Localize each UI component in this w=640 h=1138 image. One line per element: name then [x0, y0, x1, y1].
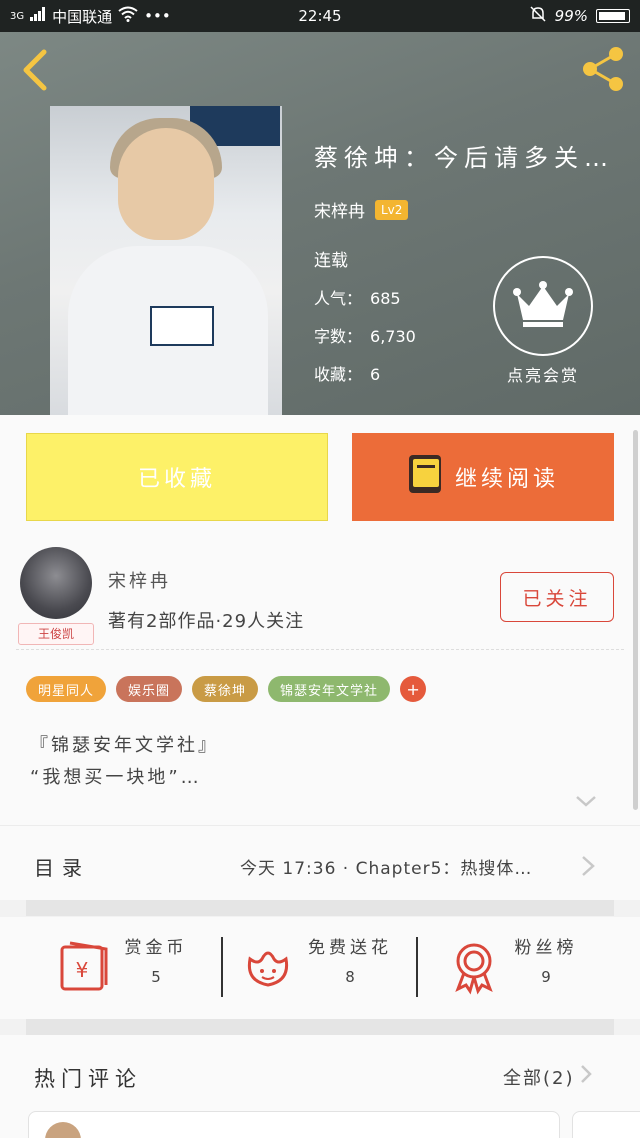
- book-cover[interactable]: [50, 106, 282, 416]
- reward-fan-ranking[interactable]: 粉丝榜 9: [446, 933, 586, 1003]
- add-tag-button[interactable]: +: [400, 676, 427, 702]
- author-panel: 王俊凯 宋梓冉 著有2部作品·29人关注 已关注 明星同人 娱乐圈 蔡徐坤 锦瑟…: [0, 535, 640, 825]
- network-type: 3G: [10, 10, 25, 22]
- reward-count: 5: [151, 968, 161, 986]
- follow-button[interactable]: 已关注: [500, 572, 614, 622]
- book-author[interactable]: 宋梓冉: [314, 197, 365, 222]
- svg-text:¥: ¥: [76, 958, 89, 982]
- mute-bell-icon: [529, 5, 547, 27]
- description-line-2: “我想买一块地”…: [30, 767, 202, 788]
- expand-chevron-icon[interactable]: [574, 791, 598, 811]
- flower-icon: [240, 939, 296, 995]
- book-title: 蔡徐坤：今后请多关…: [314, 144, 614, 172]
- all-comments-label: 全部(2): [503, 1067, 575, 1089]
- follow-label: 已关注: [522, 587, 592, 610]
- rewards-bar: ¥ 赏金币 5 免费送花 8 粉丝榜 9: [0, 917, 640, 1019]
- reward-count: 8: [345, 968, 355, 986]
- red-envelope-icon: ¥: [56, 939, 112, 995]
- section-gap: [26, 1019, 614, 1035]
- latest-chapter: 今天 17:36 · Chapter5：热搜体…: [240, 859, 533, 879]
- reward-label: 粉丝榜: [514, 938, 578, 958]
- reward-count: 9: [541, 968, 551, 986]
- collected-button[interactable]: 已收藏: [26, 433, 328, 521]
- continue-reading-button[interactable]: 继续阅读: [352, 433, 614, 521]
- author-meta: 著有2部作品·29人关注: [108, 611, 305, 632]
- all-comments-link[interactable]: 全部(2): [503, 1063, 593, 1090]
- description-line-1: 『锦瑟安年文学社』: [30, 735, 219, 756]
- divider: [221, 937, 223, 997]
- scrollbar[interactable]: [633, 430, 638, 810]
- divider: [416, 937, 418, 997]
- avatar-badge: 王俊凯: [18, 623, 94, 645]
- battery-percent: 99%: [554, 7, 588, 25]
- divider: [16, 649, 624, 650]
- battery-icon: [596, 9, 630, 23]
- more-dots-icon: •••: [144, 7, 171, 25]
- tag-item[interactable]: 锦瑟安年文学社: [268, 676, 391, 702]
- crown-icon: [513, 280, 573, 332]
- status-bar: 3G 中国联通 ••• 22:45 99%: [0, 0, 640, 32]
- hot-comments: 热门评论 全部(2): [0, 1035, 640, 1138]
- book-header: 3G 中国联通 ••• 22:45 99% 蔡徐坤：今后请多关… 宋梓冉 Lv2…: [0, 0, 640, 416]
- tip-label: 点亮会赏: [506, 366, 579, 385]
- reward-label: 免费送花: [308, 938, 392, 958]
- section-gap: [26, 900, 614, 916]
- chevron-right-icon: [580, 854, 596, 882]
- back-icon[interactable]: [16, 46, 56, 94]
- tag-list: 明星同人 娱乐圈 蔡徐坤 锦瑟安年文学社 +: [26, 676, 427, 702]
- share-icon[interactable]: [578, 44, 628, 94]
- tag-item[interactable]: 明星同人: [26, 676, 107, 702]
- reward-flowers[interactable]: 免费送花 8: [240, 933, 400, 1003]
- comment-card[interactable]: [28, 1111, 560, 1138]
- tag-item[interactable]: 蔡徐坤: [192, 676, 259, 702]
- comment-card[interactable]: [572, 1111, 640, 1138]
- collected-label: 已收藏: [137, 467, 216, 492]
- book-icon: [407, 453, 443, 501]
- wifi-icon: [118, 6, 138, 26]
- author-name[interactable]: 宋梓冉: [108, 567, 171, 593]
- level-badge: Lv2: [375, 199, 409, 220]
- medal-icon: [446, 939, 502, 995]
- tip-button[interactable]: 点亮会赏: [493, 256, 593, 386]
- chevron-right-icon: [579, 1063, 593, 1090]
- avatar[interactable]: [20, 547, 92, 619]
- carrier-name: 中国联通: [52, 7, 113, 26]
- action-bar: 已收藏 继续阅读: [0, 415, 640, 535]
- reward-coins[interactable]: ¥ 赏金币 5: [56, 933, 196, 1003]
- table-of-contents-row[interactable]: 目录 今天 17:36 · Chapter5：热搜体…: [0, 825, 640, 900]
- reward-label: 赏金币: [124, 938, 188, 958]
- continue-reading-label: 继续阅读: [454, 467, 559, 492]
- toc-label: 目录: [34, 856, 90, 880]
- signal-icon: [30, 7, 46, 25]
- comments-title: 热门评论: [34, 1067, 142, 1091]
- avatar[interactable]: [45, 1122, 81, 1138]
- tag-item[interactable]: 娱乐圈: [116, 676, 183, 702]
